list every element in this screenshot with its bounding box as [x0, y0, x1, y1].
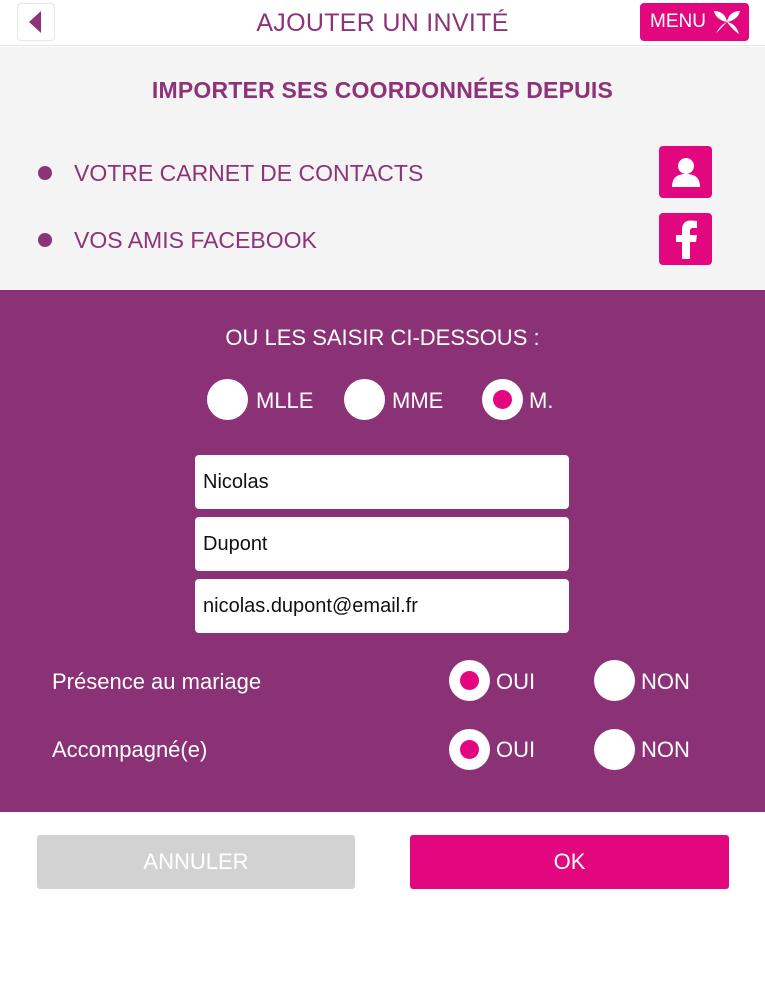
contacts-button[interactable] [659, 146, 712, 198]
presence-yes-label: OUI [496, 669, 536, 694]
presence-no-radio[interactable] [594, 660, 635, 701]
form-title: OU LES SAISIR CI-DESSOUS : [225, 325, 540, 350]
accompanied-label: Accompagné(e) [52, 737, 208, 762]
ok-button[interactable]: OK [410, 835, 729, 889]
bullet-icon [38, 233, 52, 247]
radio-mlle[interactable] [207, 379, 248, 420]
cancel-button[interactable]: ANNULER [37, 835, 355, 889]
accompanied-no-label: NON [641, 737, 690, 762]
import-facebook-label: VOS AMIS FACEBOOK [74, 227, 317, 253]
presence-no-label: NON [641, 669, 690, 694]
menu-button[interactable]: MENU [640, 3, 749, 41]
accompanied-yes-radio[interactable] [449, 729, 490, 770]
email-field[interactable] [195, 579, 569, 633]
presence-yes-radio[interactable] [449, 660, 490, 701]
facebook-button[interactable] [659, 213, 712, 265]
top-bar: AJOUTER UN INVITÉ MENU [0, 0, 765, 46]
flower-logo-icon [713, 11, 740, 34]
radio-mme-label: MME [392, 388, 444, 413]
import-facebook-row[interactable]: VOS AMIS FACEBOOK [38, 213, 714, 265]
import-title: IMPORTER SES COORDONNÉES DEPUIS [151, 77, 614, 103]
import-contacts-label: VOTRE CARNET DE CONTACTS [74, 160, 424, 186]
accompanied-yes-label: OUI [496, 737, 536, 762]
radio-m-label: M. [529, 388, 554, 413]
facebook-icon [675, 220, 697, 259]
import-contacts-row[interactable]: VOTRE CARNET DE CONTACTS [38, 146, 714, 198]
radio-mme[interactable] [344, 379, 385, 420]
presence-label: Présence au mariage [52, 669, 262, 694]
import-section: IMPORTER SES COORDONNÉES DEPUIS VOTRE CA… [0, 47, 765, 290]
accompanied-no-radio[interactable] [594, 729, 635, 770]
last-name-field[interactable] [195, 517, 569, 571]
first-name-field[interactable] [195, 455, 569, 509]
bullet-icon [38, 166, 52, 180]
contact-icon [671, 158, 700, 187]
menu-label: MENU [650, 11, 706, 32]
radio-mlle-label: MLLE [256, 388, 314, 413]
form-section: OU LES SAISIR CI-DESSOUS : MLLE MME M. P… [0, 290, 765, 812]
radio-m[interactable] [482, 379, 523, 420]
